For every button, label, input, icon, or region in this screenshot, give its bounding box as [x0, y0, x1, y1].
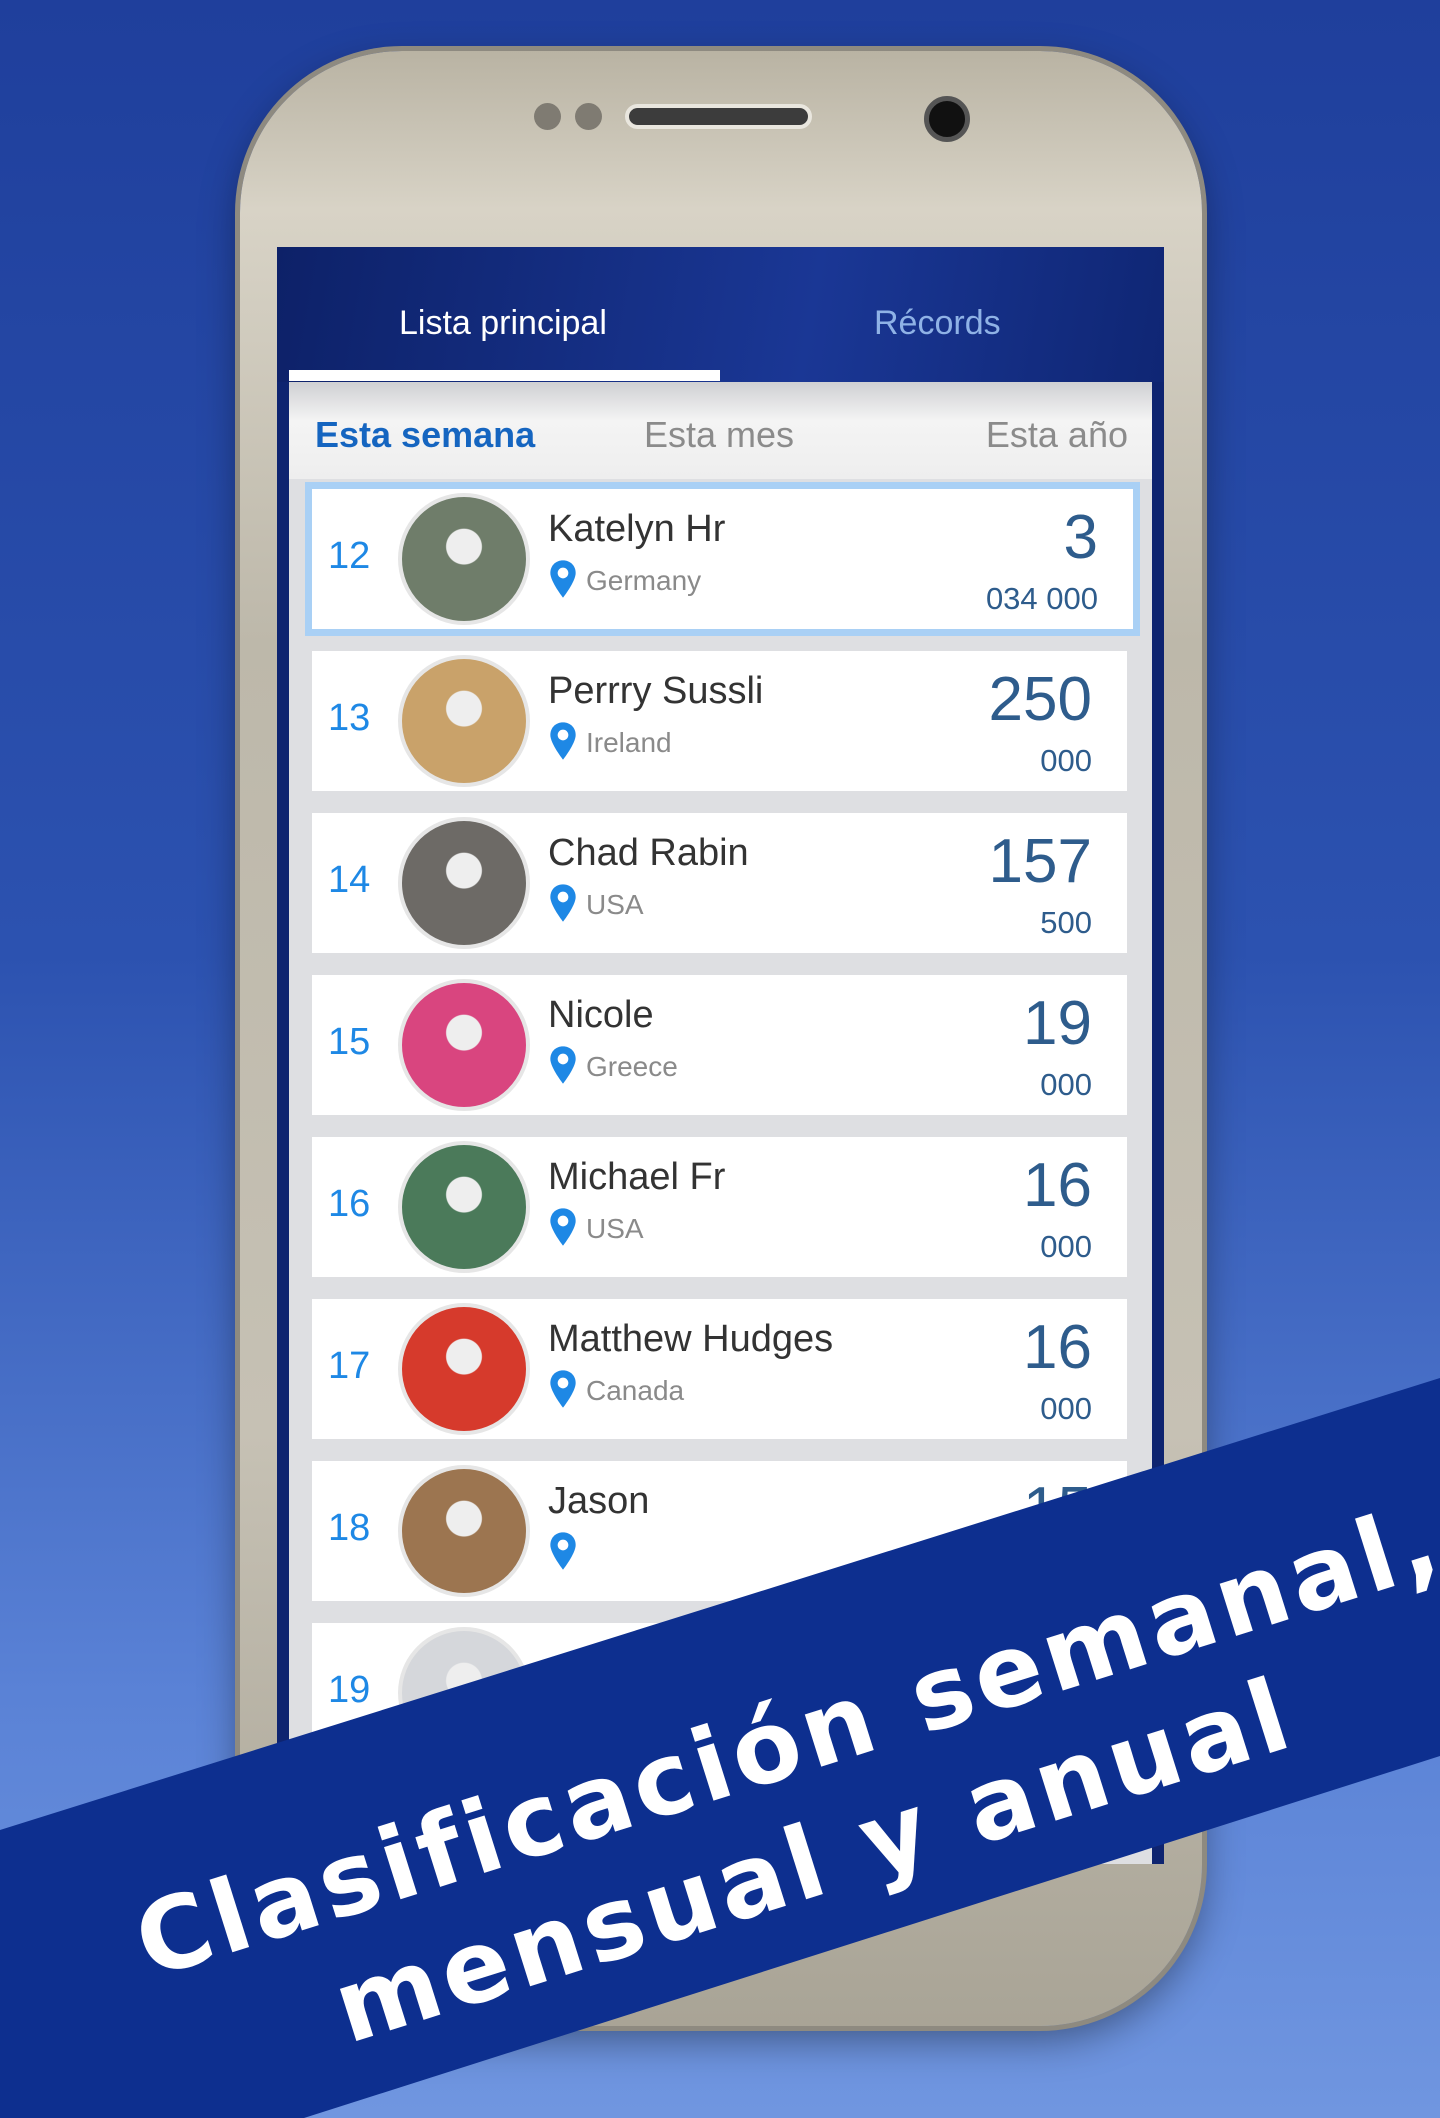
promo-banner: Clasificación semanal, mensual y anual	[0, 1378, 1440, 2118]
promo-stage: Lista principal Récords Esta semana Esta…	[0, 0, 1440, 2118]
